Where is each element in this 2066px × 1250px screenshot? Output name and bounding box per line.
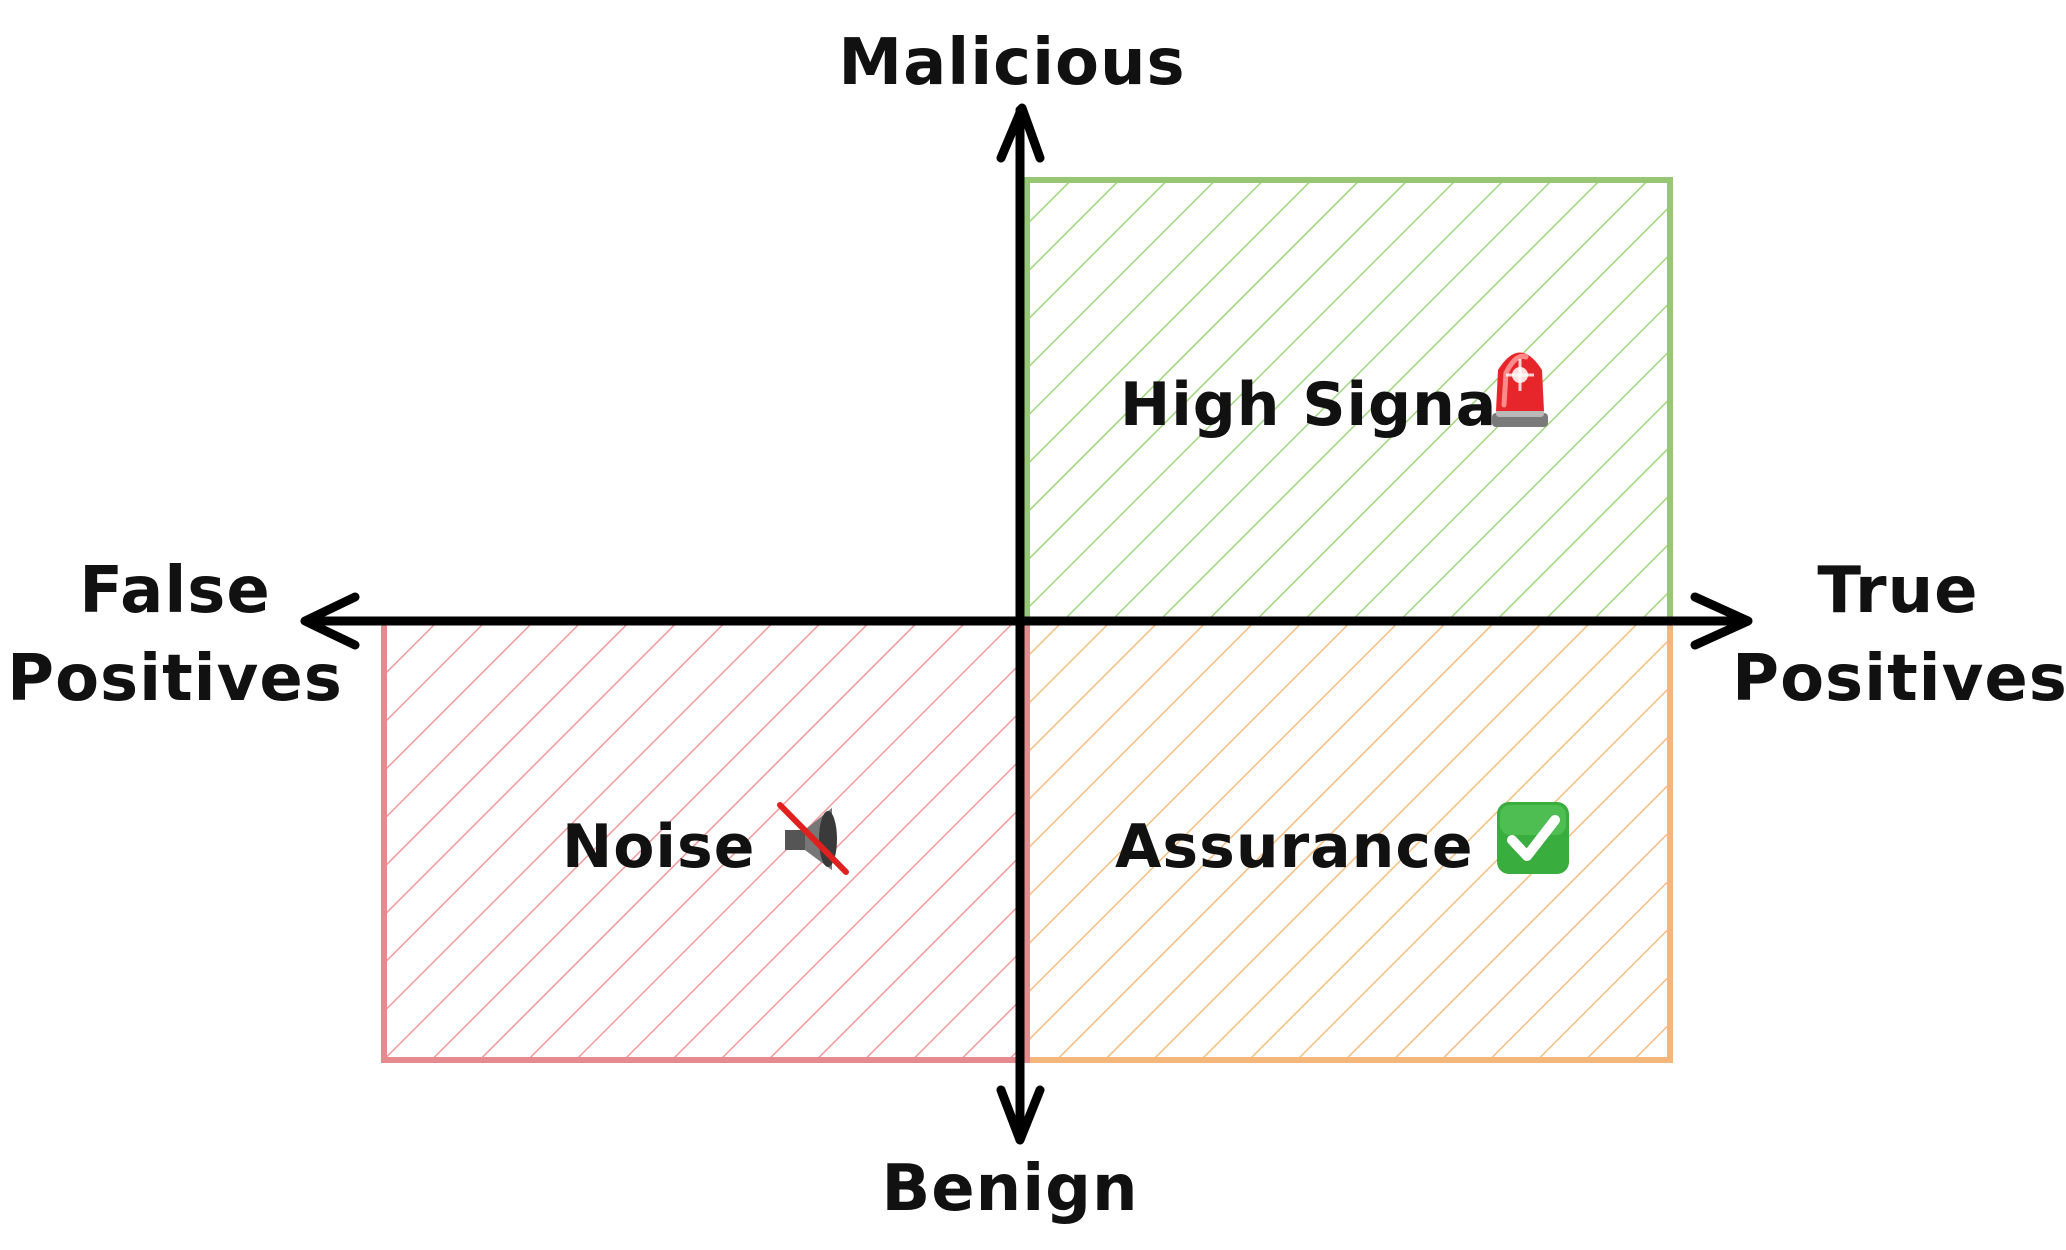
axis-label-bottom: Benign (881, 1152, 1138, 1226)
check-mark-button-icon (1497, 802, 1569, 874)
axis-label-left-line1: False (79, 554, 271, 628)
axis-label-top: Malicious (838, 26, 1185, 100)
quadrant-diagram: Malicious Benign False Positives True Po… (0, 0, 2066, 1250)
axis-label-left-line2: Positives (7, 642, 343, 716)
quadrant-label-high-signal: High Signal (1120, 370, 1519, 440)
axis-label-right-line2: Positives (1732, 642, 2066, 716)
axis-label-right-line1: True (1817, 554, 1978, 628)
quadrant-label-noise: Noise (562, 812, 755, 882)
quadrant-label-assurance: Assurance (1115, 812, 1474, 882)
